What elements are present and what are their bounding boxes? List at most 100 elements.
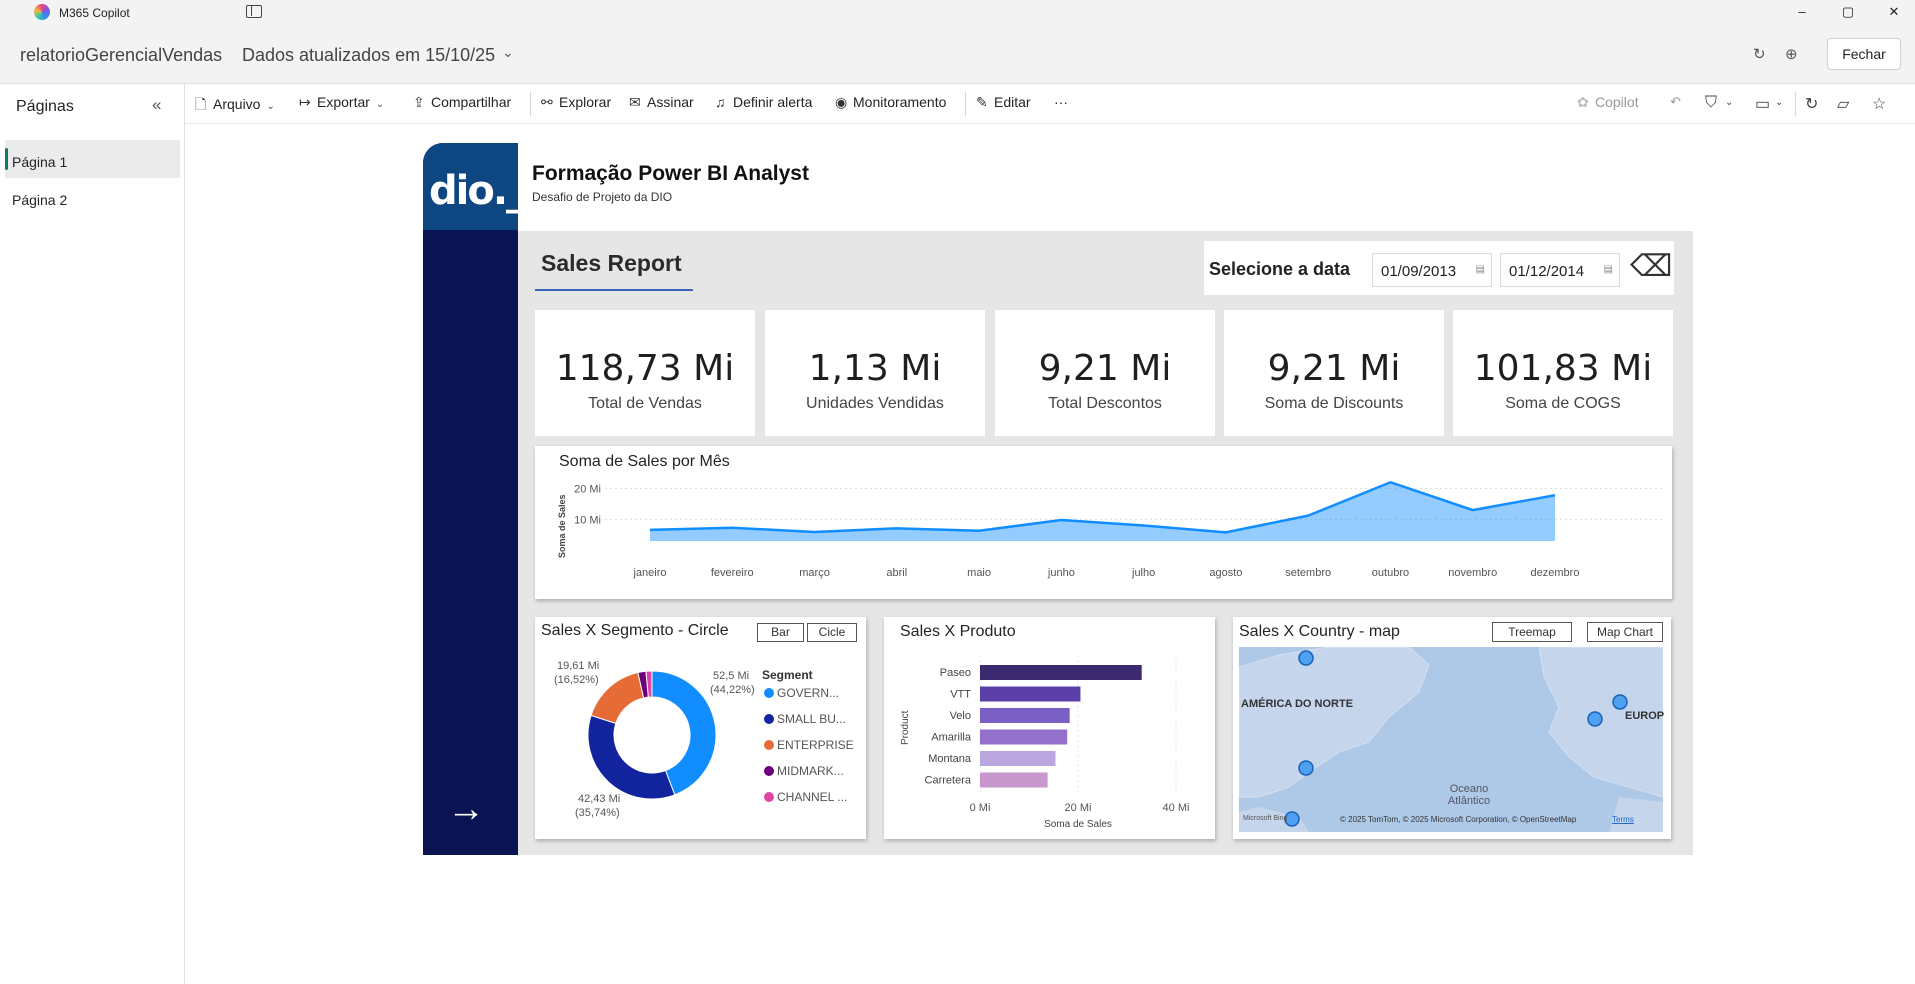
- y-tick-label: Velo: [950, 710, 971, 722]
- country-map-card[interactable]: Sales X Country - map Treemap Map Chart …: [1233, 617, 1671, 839]
- map-chart-view-button[interactable]: Map Chart: [1587, 622, 1663, 642]
- x-tick-label: março: [799, 567, 830, 579]
- data-label-percent: (16,52%): [554, 674, 599, 686]
- kpi-value: 9,21 Mi: [1038, 348, 1172, 389]
- globe-icon[interactable]: ⊕: [1785, 45, 1798, 63]
- definir-alerta-label: Definir alerta: [733, 94, 813, 110]
- arquivo-menu[interactable]: 🗋 Arquivo ⌄: [195, 94, 275, 118]
- monitoramento-label: Monitoramento: [853, 94, 947, 110]
- sidebar-toggle-icon[interactable]: [246, 5, 262, 18]
- treemap-view-button[interactable]: Treemap: [1492, 622, 1572, 642]
- comment-icon[interactable]: ▱: [1837, 94, 1849, 114]
- dio-logo: dio._: [423, 143, 526, 230]
- sales-report-title: Sales Report: [541, 250, 682, 276]
- start-date-input[interactable]: 01/09/2013 ▤: [1372, 253, 1492, 287]
- more-options-button[interactable]: ···: [1054, 94, 1068, 110]
- explorar-button[interactable]: ⚯ Explorar: [541, 94, 611, 111]
- close-report-button[interactable]: Fechar: [1827, 38, 1901, 70]
- close-window-button[interactable]: ✕: [1882, 2, 1906, 22]
- calendar-icon[interactable]: ▤: [1604, 264, 1613, 275]
- report-subtitle: Desafio de Projeto da DIO: [532, 190, 673, 204]
- refresh-icon[interactable]: ↻: [1753, 45, 1766, 63]
- x-tick-label: 0 Mi: [970, 802, 991, 814]
- calendar-icon[interactable]: ▤: [1476, 264, 1485, 275]
- toolbar-divider: [1795, 92, 1796, 116]
- page-item-2[interactable]: Página 2: [5, 178, 180, 216]
- kpi-value: 118,73 Mi: [555, 348, 735, 389]
- monitor-icon: ◉: [835, 94, 848, 110]
- explorar-label: Explorar: [559, 94, 612, 110]
- date-slicer: Selecione a data 01/09/2013 ▤ 01/12/2014 ▤…: [1204, 241, 1674, 295]
- north-america-label: AMÉRICA DO NORTE: [1241, 698, 1354, 710]
- assinar-button[interactable]: ✉ Assinar: [629, 94, 694, 111]
- copilot-label: Copilot: [1595, 94, 1639, 110]
- definir-alerta-button[interactable]: ♫ Definir alerta: [715, 94, 812, 110]
- collapse-pane-icon[interactable]: «: [152, 95, 161, 115]
- file-icon: 🗋: [195, 96, 207, 112]
- toolbar-divider: [965, 92, 966, 116]
- kpi-card: 101,83 Mi Soma de COGS: [1453, 310, 1673, 436]
- x-tick-label: maio: [967, 567, 991, 579]
- kpi-label: Unidades Vendidas: [806, 395, 944, 412]
- bar: [980, 729, 1068, 745]
- bar: [980, 751, 1056, 766]
- y-tick-label: VTT: [950, 689, 971, 701]
- app-title: M365 Copilot: [59, 6, 130, 20]
- product-bar-card[interactable]: Sales X Produto 0 Mi 20 Mi 40 Mi Paseo VTT Ve…: [884, 617, 1215, 839]
- kpi-value: 9,21 Mi: [1267, 348, 1401, 389]
- refresh-visuals-icon[interactable]: ↻: [1805, 94, 1818, 114]
- monitoramento-button[interactable]: ◉ Monitoramento: [835, 94, 946, 111]
- toolbar-divider: [530, 92, 531, 116]
- export-icon: ↦: [299, 94, 311, 110]
- x-tick-label: janeiro: [632, 567, 666, 579]
- x-tick-label: outubro: [1372, 567, 1409, 579]
- bookmark-icon[interactable]: ⛉: [1705, 94, 1717, 112]
- donut-slice: [590, 671, 645, 725]
- kpi-card: 9,21 Mi Soma de Discounts: [1224, 310, 1444, 436]
- view-icon[interactable]: ▭: [1755, 94, 1770, 114]
- data-updated-dropdown[interactable]: Dados atualizados em 15/10/25: [242, 45, 495, 66]
- chevron-down-icon[interactable]: ⌄: [1775, 97, 1783, 108]
- minimize-button[interactable]: –: [1790, 2, 1814, 22]
- eraser-icon[interactable]: ⌫: [1630, 249, 1672, 284]
- bell-icon: ♫: [715, 94, 726, 110]
- arrow-right-icon[interactable]: →: [447, 788, 485, 831]
- maximize-button[interactable]: ▢: [1836, 2, 1860, 22]
- report-name: relatorioGerencialVendas: [20, 45, 223, 65]
- segment-donut-card[interactable]: Sales X Segmento - Circle Bar Cicle 52,5…: [535, 617, 866, 839]
- editar-button[interactable]: ✎ Editar: [976, 94, 1031, 111]
- start-date-value: 01/09/2013: [1381, 263, 1457, 280]
- sales-by-month-card[interactable]: Soma de Sales por Mês 10 Mi 20 Mi Soma de …: [535, 446, 1672, 599]
- undo-icon[interactable]: ↶: [1670, 94, 1681, 110]
- bar: [980, 665, 1142, 680]
- page-item-1[interactable]: Página 1: [5, 140, 180, 178]
- x-tick-label: agosto: [1209, 567, 1242, 579]
- chevron-down-icon[interactable]: ⌄: [1725, 97, 1733, 108]
- exportar-label: Exportar: [317, 94, 370, 110]
- data-label-value: 52,5 Mi: [713, 670, 749, 682]
- kpi-label: Soma de COGS: [1505, 395, 1621, 412]
- favorite-star-icon[interactable]: ☆: [1872, 94, 1886, 114]
- editar-label: Editar: [994, 94, 1031, 110]
- subscribe-icon: ✉: [629, 94, 641, 110]
- pencil-icon: ✎: [976, 94, 988, 110]
- compartilhar-button[interactable]: ⇪ Compartilhar: [413, 94, 511, 111]
- legend-label: SMALL BU...: [777, 712, 846, 726]
- kpi-value: 1,13 Mi: [808, 348, 942, 389]
- window-title-bar: M365 Copilot – ▢ ✕: [0, 0, 1915, 24]
- x-tick-label: novembro: [1448, 567, 1497, 579]
- end-date-input[interactable]: 01/12/2014 ▤: [1500, 253, 1620, 287]
- legend-label: ENTERPRISE: [777, 738, 854, 752]
- area-chart: 10 Mi 20 Mi Soma de Sales janeiro fevereiro m…: [557, 480, 1665, 579]
- terms-link[interactable]: Terms: [1612, 815, 1634, 824]
- kpi-label: Total de Vendas: [588, 395, 702, 412]
- x-tick-label: abril: [886, 567, 907, 579]
- copilot-button[interactable]: ✿ Copilot: [1577, 94, 1639, 111]
- data-label-value: 19,61 Mi: [557, 660, 599, 672]
- y-tick-label: 20 Mi: [574, 483, 601, 495]
- exportar-menu[interactable]: ↦ Exportar ⌄: [299, 94, 384, 111]
- chevron-down-icon[interactable]: ⌄: [502, 44, 514, 61]
- kpi-card: 118,73 Mi Total de Vendas: [535, 310, 755, 436]
- map-attribution: © 2025 TomTom, © 2025 Microsoft Corporat…: [1340, 815, 1577, 824]
- report-nav-bar: dio._ →: [423, 143, 526, 855]
